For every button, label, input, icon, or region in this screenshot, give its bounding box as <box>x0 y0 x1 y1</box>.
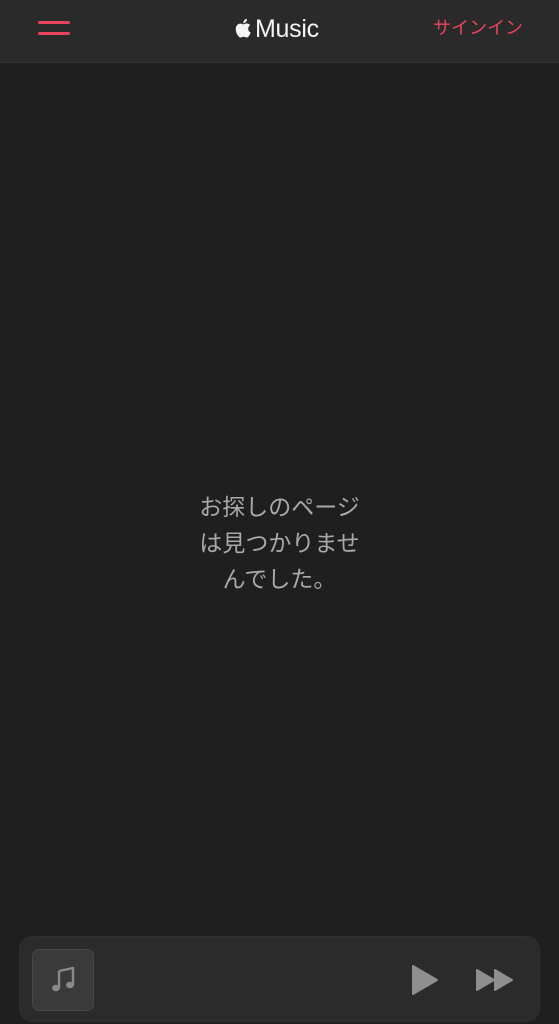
apple-music-logo[interactable]: Music <box>234 12 319 46</box>
menu-bar-bottom <box>38 32 70 35</box>
mini-player <box>19 936 540 1022</box>
hamburger-menu-icon[interactable] <box>36 16 74 42</box>
music-note-icon <box>48 965 78 995</box>
message-line: は見つかりませ <box>199 531 360 557</box>
not-found-message: お探しのページ は見つかりませ んでした。 <box>170 490 389 598</box>
play-icon[interactable] <box>407 963 441 997</box>
message-line: んでした。 <box>222 567 337 593</box>
apple-logo-icon <box>234 18 254 40</box>
header: Music サインイン <box>0 0 559 63</box>
page: Music サインイン お探しのページ は見つかりませ んでした。 <box>0 0 559 1024</box>
menu-bar-top <box>38 21 70 24</box>
fast-forward-icon[interactable] <box>474 965 516 995</box>
logo-text: Music <box>255 14 319 43</box>
message-line: お探しのページ <box>199 495 360 521</box>
signin-button[interactable]: サインイン <box>433 16 523 42</box>
artwork[interactable] <box>32 949 94 1011</box>
